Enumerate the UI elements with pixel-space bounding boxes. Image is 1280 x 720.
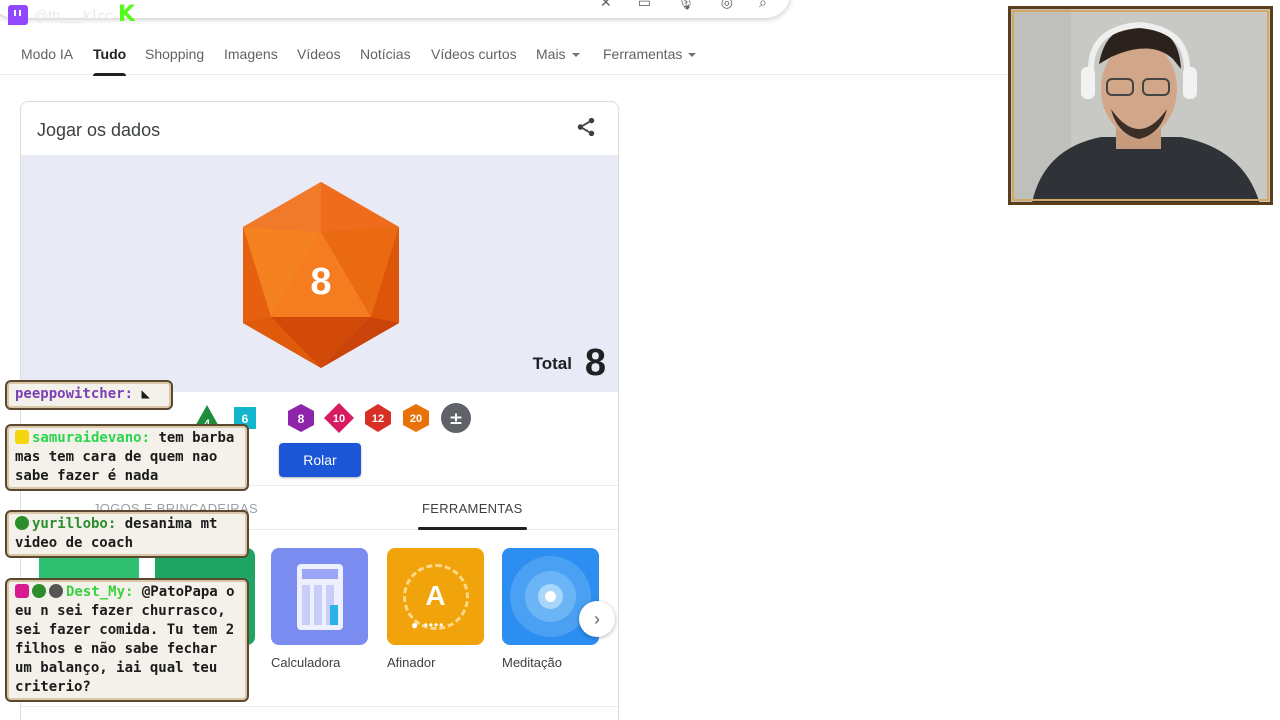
tool-calculadora[interactable]: Calculadora (271, 548, 368, 670)
chevron-down-icon (571, 53, 580, 58)
tuner-icon: A ● •••• (387, 548, 484, 645)
chevron-right-icon[interactable]: › (579, 601, 615, 637)
overlay-handle: @th___k1cc (34, 7, 113, 23)
stream-overlay-logos: @th___k1cc K (8, 4, 138, 26)
close-icon[interactable]: ✕ (600, 0, 612, 11)
d8-button[interactable]: 8 (285, 402, 317, 434)
badge-icon (32, 584, 46, 598)
svg-text:12: 12 (372, 413, 384, 425)
total-value: 8 (584, 342, 606, 384)
chat-text: @PatoPapa o eu n sei fazer churrasco, se… (15, 584, 235, 695)
mic-icon[interactable]: 🎙︎ (677, 0, 695, 11)
chat-username: peeppowitcher: (15, 386, 134, 402)
die-face-value: 8 (310, 261, 331, 303)
streamer-webcam-image (1011, 9, 1270, 202)
search-icon[interactable]: ⌕ (759, 0, 767, 11)
search-tabs: Modo IA Tudo Shopping Imagens Vídeos Not… (0, 38, 1010, 76)
modifier-button[interactable]: ± (440, 402, 472, 434)
chevron-down-icon (688, 53, 697, 58)
tool-label: Afinador (387, 655, 436, 670)
share-icon[interactable] (575, 116, 597, 138)
badge-icon (15, 516, 29, 530)
dice-display[interactable]: 8 Total 8 (21, 155, 618, 392)
chat-message: peeppowitcher: ◣ (5, 380, 173, 410)
tab-ferramentas[interactable]: Ferramentas (603, 46, 697, 62)
chat-username: yurillobo: (32, 516, 117, 532)
badge-icon (15, 430, 29, 444)
d20-button[interactable]: 20 (400, 402, 432, 434)
tab-ferramentas-label: Ferramentas (603, 46, 683, 62)
svg-text:20: 20 (410, 413, 422, 425)
divider (21, 706, 618, 707)
chat-username: samuraidevano: (32, 430, 151, 446)
tab-videos[interactable]: Vídeos (297, 46, 341, 62)
kick-logo-icon: K (118, 2, 136, 27)
tab-mais[interactable]: Mais (536, 46, 580, 62)
tab-imagens[interactable]: Imagens (224, 46, 278, 62)
svg-text:8: 8 (298, 412, 305, 426)
tool-afinador[interactable]: A ● •••• Afinador (387, 548, 484, 670)
emote-icon: ◣ (141, 386, 150, 402)
d12-button[interactable]: 12 (362, 402, 394, 434)
tab-mais-label: Mais (536, 46, 566, 62)
twitch-logo-icon (8, 5, 28, 25)
badge-icon (15, 584, 29, 598)
lens-icon[interactable]: ◎ (721, 0, 733, 11)
keyboard-icon[interactable]: ▭ (638, 0, 651, 11)
chat-message: Dest_My: @PatoPapa o eu n sei fazer chur… (5, 578, 249, 702)
card-title: Jogar os dados (37, 120, 161, 140)
search-bar-icons: ✕ ▭ 🎙︎ ◎ ⌕ (600, 0, 767, 11)
tab-shopping[interactable]: Shopping (145, 46, 204, 62)
total-label: Total (532, 354, 572, 373)
badge-icon (49, 584, 63, 598)
chat-message: yurillobo: desanima mt video de coach (5, 510, 249, 558)
tab-ferramentas-section[interactable]: FERRAMENTAS (418, 501, 527, 530)
svg-text:10: 10 (333, 413, 345, 425)
calculator-icon (271, 548, 368, 645)
chat-message: samuraidevano: tem barba mas tem cara de… (5, 424, 249, 491)
tool-label: Calculadora (271, 655, 341, 670)
roll-button[interactable]: Rolar (279, 443, 361, 477)
tab-noticias[interactable]: Notícias (360, 46, 411, 62)
tab-videos-curtos[interactable]: Vídeos curtos (431, 46, 517, 62)
d10-button[interactable]: 10 (323, 402, 355, 434)
tab-tudo[interactable]: Tudo (93, 46, 127, 76)
d20-die-icon[interactable]: 8 (236, 180, 406, 370)
webcam-overlay (1008, 6, 1273, 205)
tab-modo-ia[interactable]: Modo IA (21, 46, 73, 62)
tool-label: Meditação (502, 655, 562, 670)
chat-username: Dest_My: (66, 584, 134, 600)
svg-text:±: ± (449, 409, 463, 429)
